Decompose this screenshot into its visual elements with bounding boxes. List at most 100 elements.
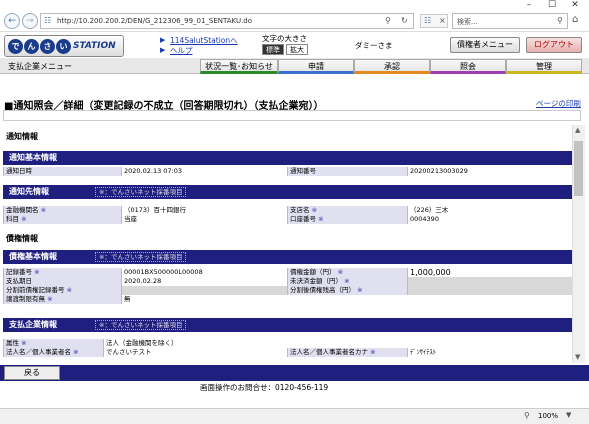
unsettled-amount-value xyxy=(407,277,572,286)
font-size-label: 文字の大きさ xyxy=(262,34,307,43)
notice-date-label: 通知日時 xyxy=(3,167,121,176)
notice-no-label: 通知番号 xyxy=(287,167,407,176)
browser-tab[interactable]: ☷ × xyxy=(420,14,448,28)
tab-inquiry[interactable]: 照会 xyxy=(430,59,506,74)
densai-station-logo: で ん さ い STATION xyxy=(4,35,124,57)
bank-name-value: （0173）百十四銀行 xyxy=(121,206,287,215)
table-row: 通知日時 2020.02.13 07:03 通知番号 2020021300302… xyxy=(3,167,572,176)
unsettled-amount-label: 未決済金額（円） ※ xyxy=(287,277,407,286)
payer-kana-value: ﾃﾞﾝｻｲﾃｽﾄ xyxy=(407,348,572,357)
logo-char: で xyxy=(8,39,23,54)
subject-label: 科目 ※ xyxy=(3,215,121,224)
help-link[interactable]: ヘルプ xyxy=(170,45,193,56)
subject-value: 当座 xyxy=(121,215,287,224)
tab-application[interactable]: 申請 xyxy=(278,59,354,74)
payer-name-label: 法人名／個人事業者名 ※ xyxy=(3,348,103,357)
logo-station-text: STATION xyxy=(73,41,116,51)
maximize-icon[interactable]: ☐ xyxy=(543,0,561,10)
band-title: 支払企業情報 xyxy=(9,320,57,329)
numbering-badge: ※：でんさいネット採番項目 xyxy=(95,187,187,197)
bank-name-label: 金融機関名 ※ xyxy=(3,206,121,215)
logo-char: ん xyxy=(24,39,39,54)
transfer-restriction-value: 無 xyxy=(121,295,572,304)
link-arrow-icon: ▶ xyxy=(160,36,166,44)
tab-approval[interactable]: 承認 xyxy=(354,59,430,74)
payer-kana-label: 法人名／個人事業者名カナ ※ xyxy=(287,348,407,357)
notice-date-value: 2020.02.13 07:03 xyxy=(121,167,287,176)
search-icon[interactable]: ⚲ xyxy=(385,16,391,25)
window-titlebar xyxy=(0,0,589,8)
payer-name-value: でんさいテスト xyxy=(103,348,287,357)
contact-info: 画面操作のお問合せ：0120-456-119 xyxy=(200,383,329,392)
tab-close-icon[interactable]: × xyxy=(439,16,446,25)
forward-arrow-icon[interactable]: → xyxy=(22,13,38,29)
split-record-label: 分割前債権記録番号 ※ xyxy=(3,286,121,295)
link-arrow-icon: ▶ xyxy=(160,46,166,54)
back-button[interactable]: 戻る xyxy=(4,366,60,380)
url-text: http://10.200.200.2/DEN/G_212306_99_01_S… xyxy=(57,17,253,25)
claim-amount-label: 債権金額（円） ※ xyxy=(287,268,407,277)
due-date-value: 2020.02.28 xyxy=(121,277,287,286)
notice-no-value: 20200213003029 xyxy=(407,167,572,176)
url-bar[interactable]: ☷ http://10.200.200.2/DEN/G_212306_99_01… xyxy=(40,13,414,29)
refresh-icon[interactable]: ↻ xyxy=(401,16,408,25)
record-number-label: 記録番号 ※ xyxy=(3,268,121,277)
font-size-standard-button[interactable]: 標準 xyxy=(262,44,284,55)
back-arrow-icon[interactable]: ← xyxy=(4,13,20,29)
font-size-large-button[interactable]: 拡大 xyxy=(286,44,308,55)
browser-status-bar xyxy=(0,408,589,424)
menu-label: 支払企業メニュー xyxy=(8,62,72,71)
table-row: 譲渡制限有無 ※ 無 xyxy=(3,295,572,304)
table-row: 科目 ※ 当座 口座番号 ※ 0004390 xyxy=(3,215,572,224)
home-icon[interactable]: ⌂ xyxy=(572,14,578,25)
payer-info-band: 支払企業情報 ※：でんさいネット採番項目 xyxy=(3,318,572,332)
minimize-icon[interactable]: – xyxy=(520,0,538,10)
claim-amount-value: 1,000,000 xyxy=(407,268,572,277)
tab-management[interactable]: 管理 xyxy=(506,59,582,74)
notice-to-band: 通知先情報 ※：でんさいネット採番項目 xyxy=(3,185,572,199)
close-icon[interactable]: ✕ xyxy=(566,0,584,10)
numbering-badge: ※：でんさいネット採番項目 xyxy=(95,320,187,330)
claim-basic-band: 債権基本情報 ※：でんさいネット採番項目 xyxy=(3,250,572,264)
record-number-value: 00001BX500000L00008 xyxy=(121,268,287,277)
page-icon: ☷ xyxy=(44,16,52,25)
notice-basic-band: 通知基本情報 xyxy=(3,151,572,165)
table-row: 支払期日 2020.02.28 未決済金額（円） ※ xyxy=(3,277,572,286)
table-row: 属性 ※ 法人（金融機関を除く） xyxy=(3,339,572,348)
payer-type-label: 属性 ※ xyxy=(3,339,103,348)
split-remain-value xyxy=(407,286,572,295)
tab-status-list[interactable]: 状況一覧･お知らせ xyxy=(200,59,278,74)
band-title: 通知基本情報 xyxy=(9,153,57,162)
browser-search-input[interactable]: 検索... ⚲ xyxy=(452,13,568,29)
search-icon[interactable]: ⚲ xyxy=(557,16,563,25)
logout-button[interactable]: ログアウト xyxy=(526,37,582,53)
section-heading: 債権情報 xyxy=(6,234,38,243)
detail-content: 通知情報 通知基本情報 通知日時 2020.02.13 07:03 通知番号 2… xyxy=(3,125,572,363)
branch-name-value: （226）三木 xyxy=(407,206,572,215)
payer-type-value: 法人（金融機関を除く） xyxy=(103,339,572,348)
creditor-menu-button[interactable]: 債権者メニュー xyxy=(450,37,520,53)
logo-char: い xyxy=(56,39,71,54)
user-name: ダミーさま xyxy=(355,41,393,50)
band-title: 通知先情報 xyxy=(9,187,49,196)
zoom-icon: ⚲ xyxy=(524,411,530,420)
scroll-up-icon[interactable]: ▲ xyxy=(575,126,580,134)
scrollbar-thumb[interactable] xyxy=(574,141,583,196)
logo-char: さ xyxy=(40,39,55,54)
section-heading: 通知情報 xyxy=(6,132,38,141)
table-row: 法人名／個人事業者名 ※ でんさいテスト 法人名／個人事業者名カナ ※ ﾃﾞﾝｻ… xyxy=(3,348,572,357)
zoom-level[interactable]: 100% xyxy=(538,412,558,420)
branch-name-label: 支店名 ※ xyxy=(287,206,407,215)
numbering-badge: ※：でんさいネット採番項目 xyxy=(95,252,187,262)
scroll-down-icon[interactable]: ▼ xyxy=(575,353,580,361)
band-title: 債権基本情報 xyxy=(9,252,57,261)
table-row: 分割前債権記録番号 ※ 分割後債権残高（円） ※ xyxy=(3,286,572,295)
split-remain-label: 分割後債権残高（円） ※ xyxy=(287,286,407,295)
tab-favicon-icon: ☷ xyxy=(424,16,432,25)
transfer-restriction-label: 譲渡制限有無 ※ xyxy=(3,295,121,304)
zoom-dropdown-icon[interactable]: ▼ xyxy=(566,411,571,419)
search-placeholder: 検索... xyxy=(457,18,478,26)
print-page-link[interactable]: ページの印刷 xyxy=(536,98,581,109)
split-record-value xyxy=(121,286,287,295)
title-underline-box xyxy=(3,110,581,121)
